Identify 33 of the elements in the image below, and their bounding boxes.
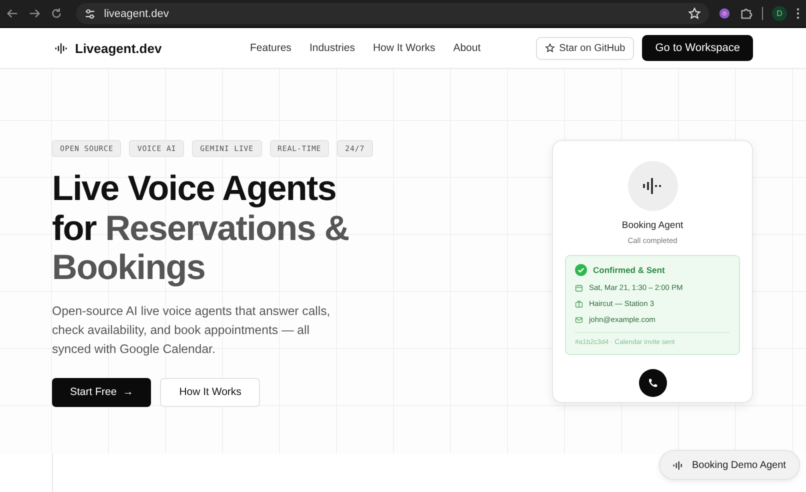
menu-icon[interactable] <box>796 7 800 20</box>
workspace-button[interactable]: Go to Workspace <box>642 35 753 61</box>
demo-agent-button[interactable]: Booking Demo Agent <box>659 450 800 480</box>
github-star-button[interactable]: Star on GitHub <box>536 36 634 60</box>
hero-description: Open-source AI live voice agents that answer calls, check availability, and book appointments — all synced with Google Calendar. <box>52 302 332 358</box>
start-button[interactable]: Start Free → <box>52 378 152 406</box>
calendar-icon <box>575 284 583 292</box>
nav-link[interactable]: Industries <box>309 42 355 54</box>
phone-icon <box>646 377 658 389</box>
call-button[interactable] <box>638 369 666 397</box>
profile-avatar[interactable]: D <box>772 6 787 21</box>
site-settings-icon[interactable] <box>84 8 96 20</box>
nav-link[interactable]: About <box>453 42 481 54</box>
hero-title: Live Voice Agents for Reservations & Bookings <box>52 169 350 288</box>
bookmark-star-icon[interactable] <box>688 7 701 20</box>
extension-icon[interactable] <box>718 7 731 20</box>
waveform-icon <box>55 42 67 54</box>
star-icon <box>545 43 556 53</box>
forward-icon[interactable] <box>28 7 41 20</box>
brand-name[interactable]: Liveagent.dev <box>75 40 162 56</box>
nav-link[interactable]: Features <box>250 42 292 54</box>
check-icon <box>575 264 587 276</box>
waveform-icon <box>673 460 683 470</box>
puzzle-icon[interactable] <box>740 7 753 20</box>
back-icon[interactable] <box>6 7 19 20</box>
agent-name: Booking Agent <box>622 220 684 231</box>
how-it-works-button[interactable]: How It Works <box>160 378 260 406</box>
address-bar[interactable]: liveagent.dev <box>76 3 709 24</box>
nav-link[interactable]: How It Works <box>372 42 436 54</box>
agent-avatar <box>628 161 678 211</box>
confirmation-title: Confirmed & Sent <box>593 265 665 275</box>
mail-icon <box>575 316 583 324</box>
reload-icon[interactable] <box>50 7 63 20</box>
